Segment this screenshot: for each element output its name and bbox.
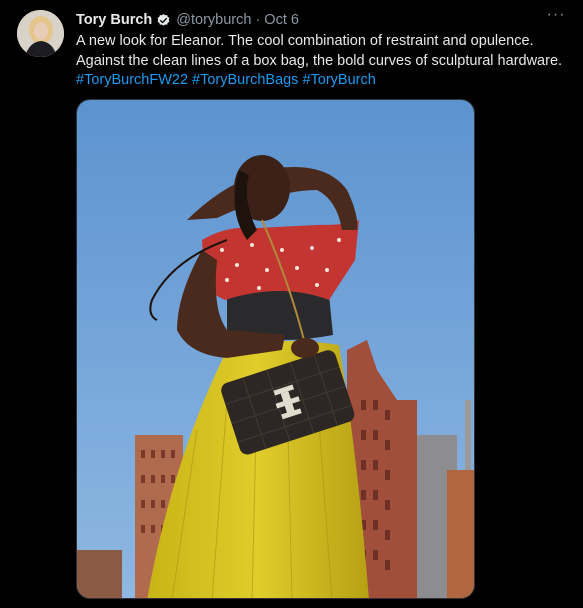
- tweet-date[interactable]: Oct 6: [264, 12, 299, 28]
- avatar[interactable]: [17, 10, 64, 57]
- tweet-text-line-2: Against the clean lines of a box bag, th…: [76, 52, 563, 69]
- avatar-photo: [17, 10, 64, 57]
- hashtag-link[interactable]: #ToryBurchBags: [192, 72, 298, 88]
- hashtag-row: #ToryBurchFW22 #ToryBurchBags #ToryBurch: [76, 71, 571, 91]
- verified-badge-icon: [156, 13, 171, 28]
- more-options-icon[interactable]: ···: [545, 7, 567, 26]
- author-handle[interactable]: @toryburch: [176, 12, 251, 28]
- hashtag-link[interactable]: #ToryBurchFW22: [76, 72, 188, 88]
- tweet-text: A new look for Eleanor. The cool combina…: [76, 32, 571, 91]
- tweet-text-line-1: A new look for Eleanor. The cool combina…: [76, 33, 534, 49]
- tweet-header: Tory Burch @toryburch · Oct 6: [76, 10, 563, 30]
- hashtag-link[interactable]: #ToryBurch: [302, 72, 375, 88]
- tweet-media-photo[interactable]: [76, 99, 475, 599]
- separator-dot: ·: [255, 12, 261, 28]
- author-name[interactable]: Tory Burch: [76, 12, 152, 28]
- fashion-photo: [77, 100, 474, 598]
- tweet-card[interactable]: Tory Burch @toryburch · Oct 6 ··· A new …: [0, 0, 583, 608]
